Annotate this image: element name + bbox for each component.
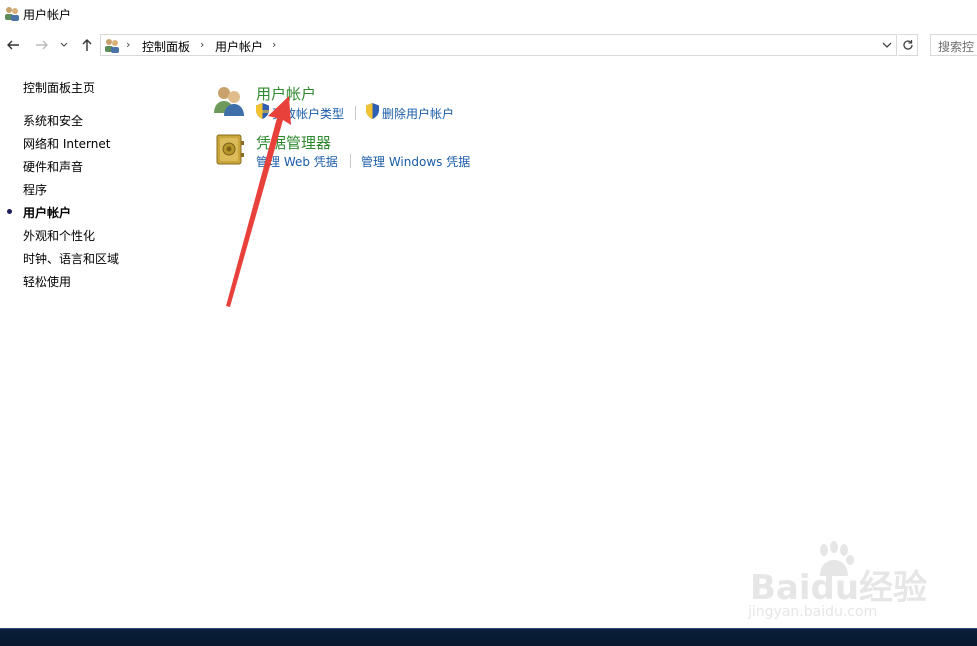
breadcrumb-separator-icon[interactable]: › xyxy=(200,38,204,51)
users-icon[interactable] xyxy=(212,83,246,117)
sidebar-item-system-security[interactable]: 系统和安全 xyxy=(23,112,83,129)
active-bullet-icon xyxy=(7,209,12,214)
taskbar xyxy=(0,628,977,646)
sidebar-item-ease-of-access[interactable]: 轻松使用 xyxy=(23,273,71,290)
users-icon xyxy=(5,7,19,21)
delete-user-account-link[interactable]: 删除用户帐户 xyxy=(382,105,454,122)
baidu-watermark: Baidu经验 jingyan.baidu.com xyxy=(748,538,927,628)
sidebar-item-network-internet[interactable]: 网络和 Internet xyxy=(23,135,110,152)
search-input[interactable]: 搜索控 xyxy=(930,34,977,56)
forward-button[interactable] xyxy=(33,36,51,54)
refresh-icon xyxy=(902,40,913,50)
manage-windows-credentials-link[interactable]: 管理 Windows 凭据 xyxy=(361,153,470,170)
uac-shield-icon xyxy=(256,103,269,119)
title-bar: 用户帐户 xyxy=(0,0,977,30)
arrow-right-icon xyxy=(36,40,48,50)
sidebar-item-hardware-sound[interactable]: 硬件和声音 xyxy=(23,158,83,175)
change-account-type-link[interactable]: 更改帐户类型 xyxy=(272,105,344,122)
users-icon xyxy=(105,39,119,53)
breadcrumb-separator-icon[interactable]: › xyxy=(272,38,276,51)
sidebar-item-clock-language-region[interactable]: 时钟、语言和区域 xyxy=(23,250,119,267)
recent-locations-button[interactable] xyxy=(58,36,70,54)
uac-shield-icon xyxy=(366,103,379,119)
category-title-credential-manager[interactable]: 凭据管理器 xyxy=(256,132,331,153)
up-button[interactable] xyxy=(78,36,96,54)
back-button[interactable] xyxy=(4,36,22,54)
chevron-down-icon[interactable] xyxy=(881,38,893,52)
link-divider xyxy=(350,154,351,168)
link-divider xyxy=(355,106,356,120)
breadcrumb-user-accounts[interactable]: 用户帐户 xyxy=(215,38,263,55)
address-bar[interactable]: › 控制面板 › 用户帐户 › xyxy=(100,34,897,56)
watermark-url: jingyan.baidu.com xyxy=(748,604,878,620)
manage-web-credentials-link[interactable]: 管理 Web 凭据 xyxy=(256,153,338,170)
refresh-button[interactable] xyxy=(898,34,918,56)
category-title-user-accounts[interactable]: 用户帐户 xyxy=(256,83,316,104)
chevron-down-icon xyxy=(60,42,68,47)
breadcrumb-control-panel[interactable]: 控制面板 xyxy=(142,38,190,55)
sidebar-item-user-accounts[interactable]: 用户帐户 xyxy=(23,204,71,221)
credential-vault-icon[interactable] xyxy=(213,132,247,166)
navigation-bar: › 控制面板 › 用户帐户 › 搜索控 xyxy=(0,30,977,62)
watermark-brand: Baidu经验 xyxy=(750,568,928,608)
sidebar-home-link[interactable]: 控制面板主页 xyxy=(23,79,95,96)
sidebar-item-appearance[interactable]: 外观和个性化 xyxy=(23,227,95,244)
arrow-up-icon xyxy=(82,39,92,51)
breadcrumb-separator-icon[interactable]: › xyxy=(126,38,130,51)
search-placeholder: 搜索控 xyxy=(938,40,975,54)
arrow-left-icon xyxy=(7,40,19,50)
sidebar-item-programs[interactable]: 程序 xyxy=(23,181,47,198)
window-title: 用户帐户 xyxy=(23,8,72,22)
